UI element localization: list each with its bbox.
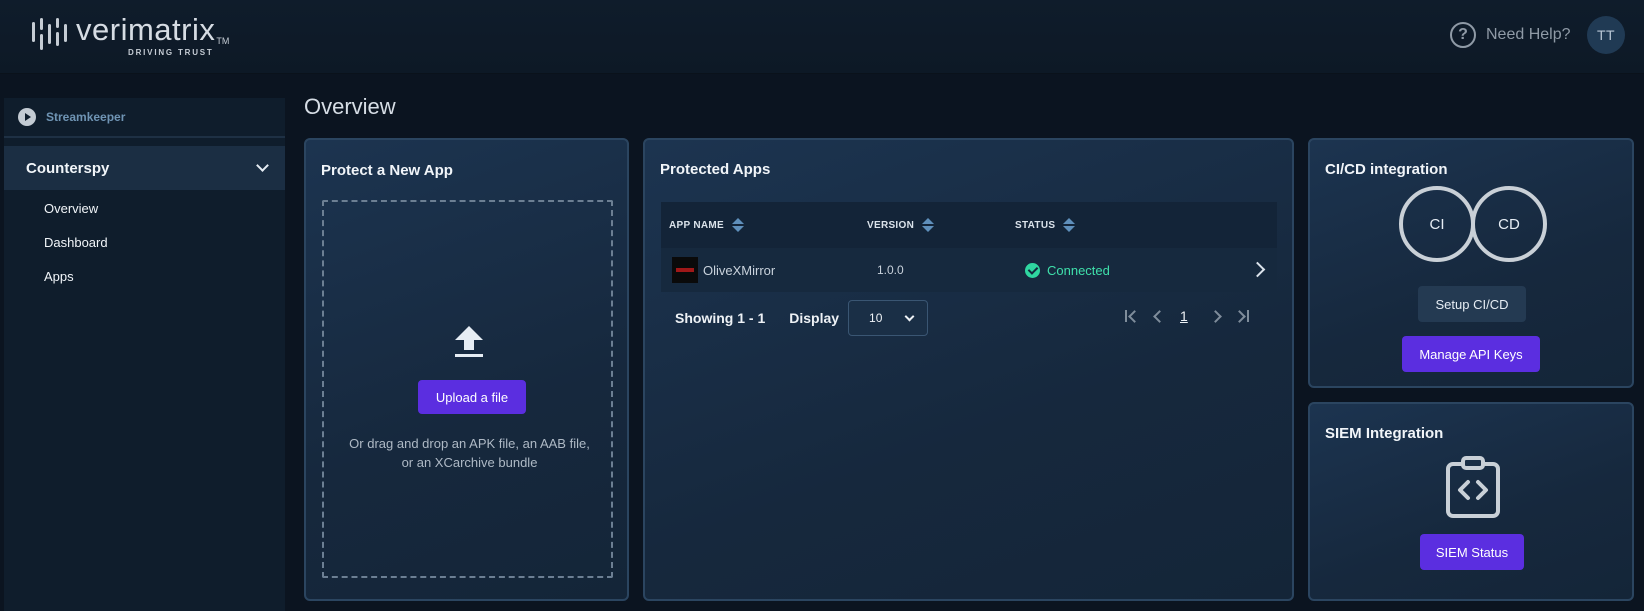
sidebar-item-apps[interactable]: Apps <box>4 259 285 293</box>
table-row[interactable]: OliveXMirror 1.0.0 Connected <box>661 248 1277 292</box>
logo[interactable]: verimatrixTM DRIVING TRUST <box>30 14 229 60</box>
sort-icon <box>922 217 935 233</box>
page-size-select[interactable]: 10 <box>848 300 929 336</box>
upload-icon <box>455 326 483 357</box>
manage-api-keys-button[interactable]: Manage API Keys <box>1402 336 1540 372</box>
sort-icon <box>1063 217 1076 233</box>
pagination-bar: Showing 1 - 1 Display 10 1 <box>675 300 1265 336</box>
column-header-version[interactable]: VERSION <box>867 217 1015 233</box>
sidebar-product-label: Streamkeeper <box>46 110 126 124</box>
cicd-card: CI/CD integration CI CD Setup CI/CD Mana… <box>1308 138 1634 388</box>
column-label-version: VERSION <box>867 219 915 231</box>
app-name-cell: OliveXMirror <box>703 262 776 278</box>
logo-tagline: DRIVING TRUST <box>128 48 214 57</box>
next-page-icon[interactable] <box>1211 309 1223 323</box>
app-thumbnail <box>672 257 698 283</box>
siem-title: SIEM Integration <box>1325 425 1444 442</box>
siem-card: SIEM Integration SIEM Status <box>1308 402 1634 601</box>
need-help-label: Need Help? <box>1486 26 1571 43</box>
siem-status-button[interactable]: SIEM Status <box>1420 534 1524 570</box>
code-clipboard-icon <box>1446 456 1500 518</box>
setup-cicd-button[interactable]: Setup CI/CD <box>1418 286 1526 322</box>
cicd-rings: CI CD <box>1399 186 1547 262</box>
column-label-app-name: APP NAME <box>669 219 725 231</box>
sidebar-item-dashboard[interactable]: Dashboard <box>4 225 285 259</box>
column-label-status: STATUS <box>1015 219 1056 231</box>
page-title: Overview <box>304 94 396 119</box>
protected-apps-card: Protected Apps APP NAME VERSION STATUS O… <box>643 138 1294 601</box>
sidebar-product-streamkeeper[interactable]: Streamkeeper <box>4 98 285 138</box>
top-bar: verimatrixTM DRIVING TRUST ? Need Help? … <box>0 0 1644 74</box>
protected-apps-title: Protected Apps <box>660 161 771 178</box>
logo-mark-icon <box>32 18 67 50</box>
page-number[interactable]: 1 <box>1180 308 1188 324</box>
check-circle-icon <box>1025 262 1040 278</box>
display-label: Display <box>789 310 840 326</box>
page-size-value: 10 <box>869 311 883 325</box>
dropzone-hint-line2: or an XCarchive bundle <box>401 455 538 470</box>
status-badge: Connected <box>1047 262 1110 278</box>
column-header-status[interactable]: STATUS <box>1015 217 1076 233</box>
play-icon <box>18 108 36 126</box>
cd-ring: CD <box>1471 186 1547 262</box>
dropzone-hint-line1: Or drag and drop an APK file, an AAB fil… <box>349 436 590 451</box>
column-header-app-name[interactable]: APP NAME <box>661 217 867 233</box>
sidebar-group-label: Counterspy <box>26 159 110 177</box>
cicd-title: CI/CD integration <box>1325 161 1448 178</box>
avatar[interactable]: TT <box>1587 16 1625 54</box>
protect-app-card: Protect a New App Upload a file Or drag … <box>304 138 629 601</box>
ci-ring: CI <box>1399 186 1475 262</box>
help-icon: ? <box>1450 22 1476 48</box>
last-page-icon[interactable] <box>1235 309 1249 323</box>
need-help-link[interactable]: ? Need Help? <box>1450 22 1571 48</box>
showing-count: Showing 1 - 1 <box>675 310 766 326</box>
table-header: APP NAME VERSION STATUS <box>661 202 1277 248</box>
sidebar-group-counterspy[interactable]: Counterspy <box>4 146 285 190</box>
upload-file-button[interactable]: Upload a file <box>418 380 526 414</box>
sidebar: Streamkeeper Counterspy Overview Dashboa… <box>4 98 285 611</box>
chevron-down-icon <box>904 311 915 321</box>
dropzone-hint: Or drag and drop an APK file, an AAB fil… <box>334 434 605 472</box>
logo-wordmark: verimatrix <box>76 12 216 47</box>
apps-table: APP NAME VERSION STATUS OliveXMirror 1.0… <box>661 202 1277 292</box>
sidebar-item-overview[interactable]: Overview <box>4 191 285 225</box>
file-dropzone[interactable]: Upload a file Or drag and drop an APK fi… <box>322 200 613 578</box>
protect-card-title: Protect a New App <box>321 162 453 179</box>
chevron-down-icon <box>256 159 269 172</box>
chevron-right-icon[interactable] <box>1249 261 1266 278</box>
logo-trademark: TM <box>216 36 230 46</box>
app-version-cell: 1.0.0 <box>877 263 904 277</box>
app-status-cell: Connected <box>1025 262 1110 278</box>
sort-icon <box>732 217 745 233</box>
prev-page-icon[interactable] <box>1152 309 1164 323</box>
first-page-icon[interactable] <box>1125 309 1139 323</box>
